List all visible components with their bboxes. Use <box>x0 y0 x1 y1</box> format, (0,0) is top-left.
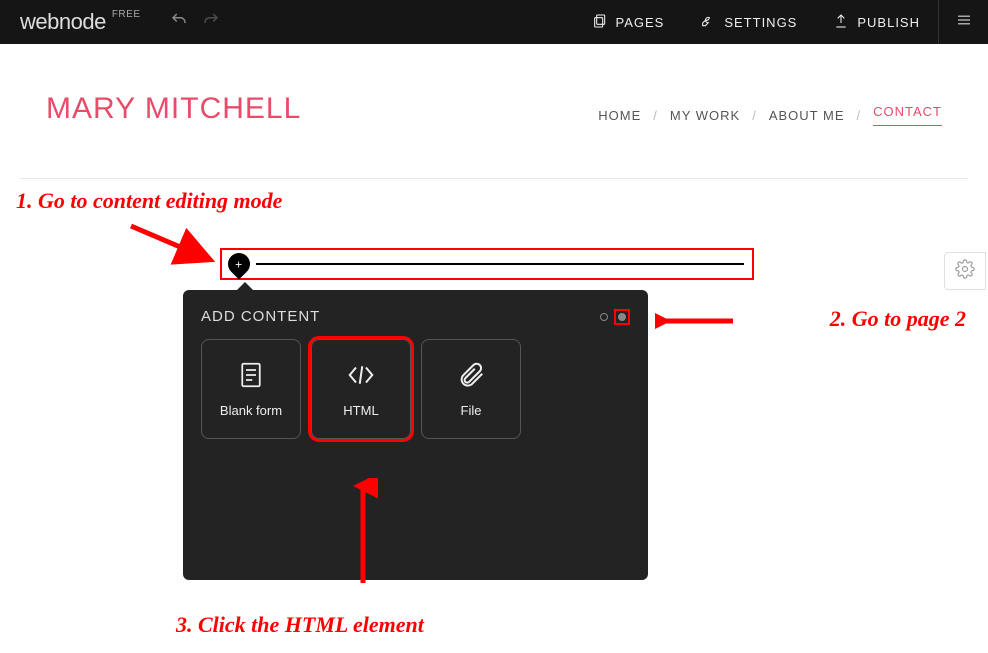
plus-icon: + <box>235 258 242 270</box>
form-icon <box>236 360 266 393</box>
option-label: HTML <box>343 403 378 418</box>
panel-header: ADD CONTENT <box>201 308 630 325</box>
upload-icon <box>833 13 849 32</box>
brand-prefix: web <box>20 9 59 34</box>
redo-icon[interactable] <box>202 11 220 34</box>
pages-label: PAGES <box>616 15 665 30</box>
code-icon <box>344 360 378 393</box>
hamburger-icon <box>955 11 973 34</box>
site-header: MARY MITCHELL HOME / MY WORK / ABOUT ME … <box>0 44 988 148</box>
gear-icon <box>955 259 975 284</box>
pager-dot-2[interactable] <box>618 313 626 321</box>
menu-button[interactable] <box>938 0 988 44</box>
brand-suffix: node <box>59 9 106 34</box>
publish-label: PUBLISH <box>857 15 920 30</box>
arrow-step1 <box>126 220 216 270</box>
site-nav: HOME / MY WORK / ABOUT ME / CONTACT <box>598 104 942 126</box>
site-title[interactable]: MARY MITCHELL <box>46 92 301 126</box>
nav-separator: / <box>752 108 757 123</box>
annotation-step3: 3. Click the HTML element <box>176 612 424 638</box>
annotation-step1: 1. Go to content editing mode <box>16 188 282 214</box>
topbar-right: PAGES SETTINGS PUBLISH <box>574 0 988 44</box>
pages-button[interactable]: PAGES <box>574 0 683 44</box>
editor-topbar: webnode FREE PAGES SETTINGS PUBLISH <box>0 0 988 44</box>
undo-redo-group <box>170 11 220 34</box>
panel-pager <box>600 309 630 325</box>
publish-button[interactable]: PUBLISH <box>815 0 938 44</box>
nav-contact[interactable]: CONTACT <box>873 104 942 126</box>
settings-button[interactable]: SETTINGS <box>682 0 815 44</box>
wrench-icon <box>700 13 716 32</box>
paperclip-icon <box>456 360 486 393</box>
panel-title: ADD CONTENT <box>201 308 320 325</box>
nav-my-work[interactable]: MY WORK <box>670 108 740 123</box>
option-blank-form[interactable]: Blank form <box>201 339 301 439</box>
section-settings-button[interactable] <box>944 252 986 290</box>
insert-content-bar[interactable]: + <box>220 248 754 280</box>
add-content-handle[interactable]: + <box>223 248 254 279</box>
option-label: Blank form <box>220 403 282 418</box>
annotation-step2: 2. Go to page 2 <box>830 306 966 332</box>
pager-dot-2-highlight <box>614 309 630 325</box>
undo-icon[interactable] <box>170 11 188 34</box>
option-html[interactable]: HTML <box>311 339 411 439</box>
option-label: File <box>461 403 482 418</box>
nav-home[interactable]: HOME <box>598 108 641 123</box>
settings-label: SETTINGS <box>724 15 797 30</box>
content-options: Blank form HTML File <box>201 339 630 439</box>
pager-dot-1[interactable] <box>600 313 608 321</box>
pages-icon <box>592 13 608 32</box>
header-separator <box>20 178 968 179</box>
nav-separator: / <box>857 108 862 123</box>
nav-separator: / <box>653 108 658 123</box>
free-badge: FREE <box>112 9 141 20</box>
add-content-panel: ADD CONTENT Blank form HTML File <box>183 290 648 580</box>
arrow-step2 <box>655 310 735 332</box>
option-file[interactable]: File <box>421 339 521 439</box>
nav-about-me[interactable]: ABOUT ME <box>769 108 845 123</box>
arrow-step3 <box>348 478 378 588</box>
brand-logo: webnode <box>20 9 106 35</box>
insert-rule <box>256 263 744 265</box>
